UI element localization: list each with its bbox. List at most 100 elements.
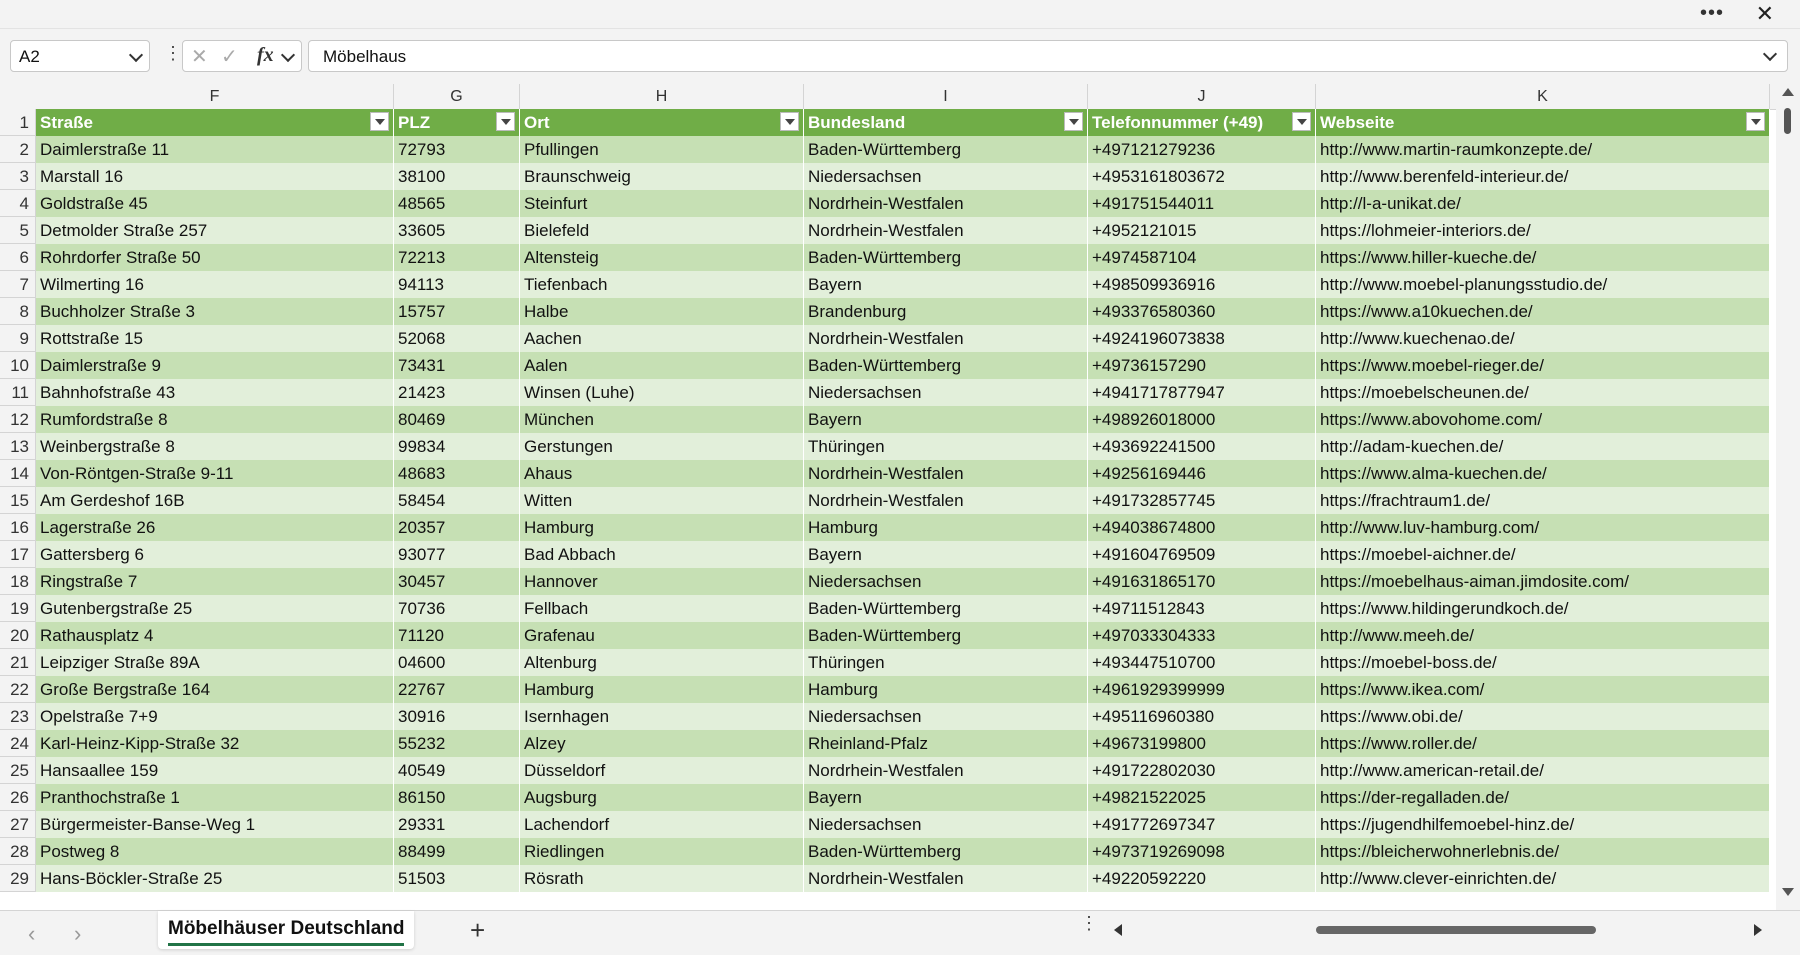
row-number[interactable]: 27: [0, 811, 36, 838]
table-cell[interactable]: Lagerstraße 26: [36, 514, 394, 541]
table-cell[interactable]: +4974587104: [1088, 244, 1316, 271]
table-cell[interactable]: Halbe: [520, 298, 804, 325]
table-cell[interactable]: http://l-a-unikat.de/: [1316, 190, 1770, 217]
table-cell[interactable]: 88499: [394, 838, 520, 865]
table-cell[interactable]: Bürgermeister-Banse-Weg 1: [36, 811, 394, 838]
table-cell[interactable]: Lachendorf: [520, 811, 804, 838]
table-cell[interactable]: Bayern: [804, 406, 1088, 433]
table-cell[interactable]: 30457: [394, 568, 520, 595]
table-cell[interactable]: Tiefenbach: [520, 271, 804, 298]
table-cell[interactable]: https://www.abovohome.com/: [1316, 406, 1770, 433]
table-cell[interactable]: Hamburg: [804, 676, 1088, 703]
table-cell[interactable]: Buchholzer Straße 3: [36, 298, 394, 325]
table-cell[interactable]: +491751544011: [1088, 190, 1316, 217]
table-cell[interactable]: München: [520, 406, 804, 433]
table-cell[interactable]: Ahaus: [520, 460, 804, 487]
table-cell[interactable]: Hannover: [520, 568, 804, 595]
table-cell[interactable]: +491604769509: [1088, 541, 1316, 568]
table-cell[interactable]: Witten: [520, 487, 804, 514]
table-cell[interactable]: https://www.ikea.com/: [1316, 676, 1770, 703]
horizontal-scroll-thumb[interactable]: [1316, 926, 1596, 934]
chevron-right-icon[interactable]: ›: [74, 921, 81, 947]
row-number[interactable]: 2: [0, 136, 36, 163]
row-number[interactable]: 7: [0, 271, 36, 298]
close-icon[interactable]: ✕: [1756, 1, 1774, 27]
table-cell[interactable]: +491772697347: [1088, 811, 1316, 838]
row-number[interactable]: 29: [0, 865, 36, 892]
table-cell[interactable]: 80469: [394, 406, 520, 433]
table-cell[interactable]: +49673199800: [1088, 730, 1316, 757]
table-cell[interactable]: Rottstraße 15: [36, 325, 394, 352]
table-cell[interactable]: Rohrdorfer Straße 50: [36, 244, 394, 271]
table-cell[interactable]: Thüringen: [804, 649, 1088, 676]
table-cell[interactable]: Brandenburg: [804, 298, 1088, 325]
more-icon[interactable]: •••: [1700, 2, 1724, 25]
table-cell[interactable]: Ringstraße 7: [36, 568, 394, 595]
table-header-cell[interactable]: Webseite: [1316, 109, 1770, 136]
table-cell[interactable]: 99834: [394, 433, 520, 460]
row-number[interactable]: 17: [0, 541, 36, 568]
row-number[interactable]: 16: [0, 514, 36, 541]
table-cell[interactable]: Hamburg: [804, 514, 1088, 541]
table-cell[interactable]: 40549: [394, 757, 520, 784]
row-number[interactable]: 6: [0, 244, 36, 271]
row-number[interactable]: 24: [0, 730, 36, 757]
table-header-cell[interactable]: Telefonnummer (+49): [1088, 109, 1316, 136]
name-box[interactable]: A2: [10, 40, 150, 72]
table-cell[interactable]: Opelstraße 7+9: [36, 703, 394, 730]
table-cell[interactable]: Nordrhein-Westfalen: [804, 325, 1088, 352]
table-cell[interactable]: Braunschweig: [520, 163, 804, 190]
table-cell[interactable]: +498509936916: [1088, 271, 1316, 298]
table-cell[interactable]: Niedersachsen: [804, 379, 1088, 406]
table-cell[interactable]: Weinbergstraße 8: [36, 433, 394, 460]
table-cell[interactable]: http://www.meeh.de/: [1316, 622, 1770, 649]
table-cell[interactable]: Marstall 16: [36, 163, 394, 190]
table-cell[interactable]: 55232: [394, 730, 520, 757]
table-cell[interactable]: Daimlerstraße 11: [36, 136, 394, 163]
table-cell[interactable]: +495116960380: [1088, 703, 1316, 730]
table-cell[interactable]: Isernhagen: [520, 703, 804, 730]
table-cell[interactable]: +4973719269098: [1088, 838, 1316, 865]
table-header-cell[interactable]: PLZ: [394, 109, 520, 136]
row-number[interactable]: 21: [0, 649, 36, 676]
table-cell[interactable]: Hamburg: [520, 514, 804, 541]
table-cell[interactable]: https://www.hiller-kueche.de/: [1316, 244, 1770, 271]
table-cell[interactable]: 30916: [394, 703, 520, 730]
table-cell[interactable]: Bayern: [804, 271, 1088, 298]
table-cell[interactable]: Nordrhein-Westfalen: [804, 190, 1088, 217]
table-cell[interactable]: Baden-Württemberg: [804, 352, 1088, 379]
table-cell[interactable]: +4961929399999: [1088, 676, 1316, 703]
table-cell[interactable]: Nordrhein-Westfalen: [804, 865, 1088, 892]
table-cell[interactable]: Baden-Württemberg: [804, 136, 1088, 163]
table-cell[interactable]: 20357: [394, 514, 520, 541]
more-vertical-icon[interactable]: ⋮: [164, 44, 182, 62]
filter-dropdown-icon[interactable]: [496, 112, 515, 131]
filter-dropdown-icon[interactable]: [370, 112, 389, 131]
filter-dropdown-icon[interactable]: [1746, 112, 1765, 131]
row-number[interactable]: 28: [0, 838, 36, 865]
row-number[interactable]: 22: [0, 676, 36, 703]
table-cell[interactable]: http://www.kuechenao.de/: [1316, 325, 1770, 352]
table-cell[interactable]: Pranthochstraße 1: [36, 784, 394, 811]
table-cell[interactable]: Rumfordstraße 8: [36, 406, 394, 433]
table-cell[interactable]: 72793: [394, 136, 520, 163]
table-cell[interactable]: Winsen (Luhe): [520, 379, 804, 406]
table-cell[interactable]: 38100: [394, 163, 520, 190]
row-number[interactable]: 14: [0, 460, 36, 487]
table-cell[interactable]: Riedlingen: [520, 838, 804, 865]
table-cell[interactable]: 29331: [394, 811, 520, 838]
table-cell[interactable]: http://www.martin-raumkonzepte.de/: [1316, 136, 1770, 163]
table-cell[interactable]: https://frachtraum1.de/: [1316, 487, 1770, 514]
table-cell[interactable]: Baden-Württemberg: [804, 595, 1088, 622]
table-cell[interactable]: Nordrhein-Westfalen: [804, 487, 1088, 514]
chevron-down-icon[interactable]: [128, 47, 144, 63]
row-number[interactable]: 25: [0, 757, 36, 784]
more-vertical-icon[interactable]: ⋮: [1080, 914, 1098, 932]
table-cell[interactable]: Gattersberg 6: [36, 541, 394, 568]
cancel-icon[interactable]: ✕: [191, 44, 208, 69]
row-number[interactable]: 18: [0, 568, 36, 595]
row-number[interactable]: 4: [0, 190, 36, 217]
table-cell[interactable]: Rheinland-Pfalz: [804, 730, 1088, 757]
table-cell[interactable]: 33605: [394, 217, 520, 244]
scroll-up-icon[interactable]: [1782, 88, 1794, 96]
